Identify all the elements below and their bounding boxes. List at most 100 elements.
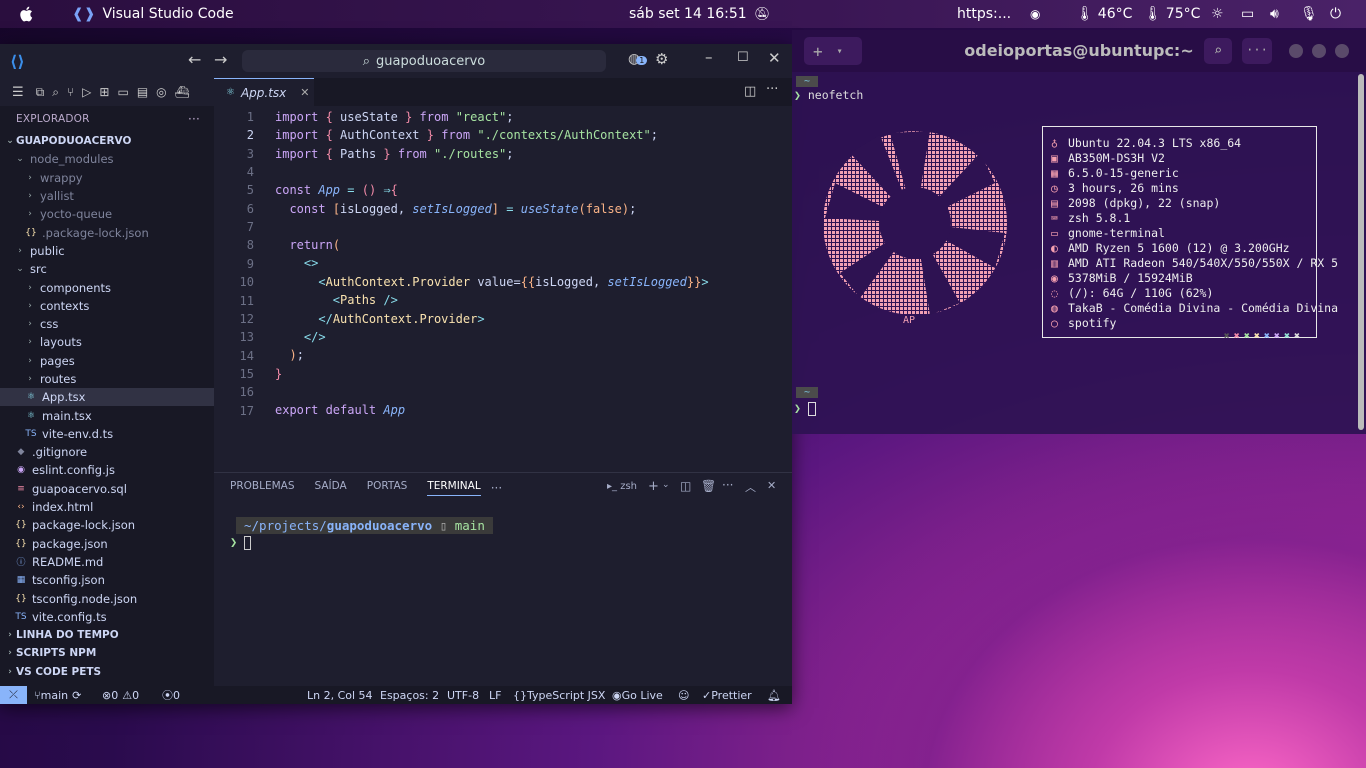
settings-gear-icon[interactable]: ⚙ (655, 50, 668, 68)
tree-item-src[interactable]: ⌄ src (0, 260, 214, 278)
tree-item-readme-md[interactable]: ⓘ README.md (0, 553, 214, 571)
brightness-icon[interactable]: ☼ (1211, 0, 1224, 28)
editor-more-icon[interactable]: ··· (766, 82, 778, 97)
encoding[interactable]: UTF-8 (447, 686, 479, 704)
section-scripts-npm[interactable]: › SCRIPTS NPM (0, 644, 214, 662)
terminal-maximize-button[interactable] (1312, 44, 1326, 58)
ports-status[interactable]: ⦿ 0 (162, 686, 180, 704)
tree-item-yallist[interactable]: › yallist (0, 187, 214, 205)
close-tab-icon[interactable]: ✕ (300, 86, 309, 99)
bell-icon[interactable]: 🔔︎ (767, 686, 781, 704)
search-view-icon[interactable]: ⌕ (52, 85, 59, 100)
browser-indicator[interactable]: https:... (957, 0, 1011, 28)
minimize-icon[interactable]: – (705, 48, 713, 66)
gpu-temperature[interactable]: 🌡︎ 75°C (1144, 0, 1200, 28)
more-actions-icon[interactable]: ··· (188, 112, 200, 126)
line-endings[interactable]: LF (489, 686, 501, 704)
git-branch-status[interactable]: ⑂ main ⟳ (34, 686, 81, 704)
tree-item-gitignore[interactable]: ◆ .gitignore (0, 443, 214, 461)
volume-icon[interactable]: 🔊︎ (1270, 0, 1279, 28)
split-editor-icon[interactable]: ◫ (744, 84, 756, 99)
maximize-panel-icon[interactable]: ︿ (745, 479, 756, 495)
panel-tab-terminal[interactable]: TERMINAL (427, 480, 481, 496)
tab-app-tsx[interactable]: ⚛ App.tsx ✕ (214, 78, 314, 106)
back-arrow-icon[interactable]: ← (188, 50, 201, 69)
terminal-scrollbar[interactable] (1358, 74, 1364, 430)
tree-item-pages[interactable]: › pages (0, 352, 214, 370)
command-center-search[interactable]: ⌕ guapoduoacervo (242, 50, 606, 72)
tree-item-guapoacervo-sql[interactable]: ≡ guapoacervo.sql (0, 480, 214, 498)
extensions-icon[interactable]: ⊞ (99, 85, 109, 99)
tree-item-index-html[interactable]: ‹› index.html (0, 498, 214, 516)
microphone-icon[interactable]: 🎙︎ (1300, 0, 1318, 28)
language-mode[interactable]: {} TypeScript JSX (513, 686, 605, 704)
go-live-button[interactable]: ◉ Go Live (612, 686, 663, 704)
cpu-temperature[interactable]: 🌡︎ 46°C (1076, 0, 1132, 28)
explorer-icon[interactable]: ⧉ (36, 85, 45, 100)
discord-icon[interactable]: ◉ (1030, 0, 1040, 28)
panel-tab-saída[interactable]: SAÍDA (315, 480, 347, 495)
prettier-status[interactable]: ✓ Prettier (702, 686, 752, 704)
terminal-caret[interactable]: ❯ (230, 535, 252, 550)
accounts-icon[interactable]: ◍1 (628, 51, 648, 67)
code-editor[interactable]: 1 2 3 4 5 6 7 8 9 10 11 12 13 14 15 16 17 import { useSt… (214, 106, 792, 472)
terminal-menu-icon[interactable]: ··· (1242, 38, 1272, 64)
close-icon[interactable]: ✕ (768, 49, 781, 67)
tree-item-components[interactable]: › components (0, 278, 214, 296)
tree-item-node-modules[interactable]: ⌄ node_modules (0, 150, 214, 168)
section-linha-do-tempo[interactable]: › LINHA DO TEMPO (0, 626, 214, 644)
terminal-search-icon[interactable]: ⌕ (1204, 38, 1232, 64)
panel-tab-portas[interactable]: PORTAS (367, 480, 408, 495)
tree-item-css[interactable]: › css (0, 315, 214, 333)
workspace-root[interactable]: ⌄ GUAPODUOACERVO (0, 132, 214, 150)
section-vs-code-pets[interactable]: › VS CODE PETS (0, 663, 214, 681)
menu-icon[interactable]: ☰ (12, 85, 24, 100)
close-panel-icon[interactable]: ✕ (767, 479, 776, 492)
power-icon[interactable]: ⏻ (1330, 0, 1341, 28)
terminal-minimize-button[interactable] (1289, 44, 1303, 58)
trash-icon[interactable]: 🗑︎ (701, 479, 716, 493)
tree-item-vite-config-ts[interactable]: TS vite.config.ts (0, 608, 214, 626)
panel-more-icon[interactable]: ··· (491, 481, 502, 495)
indentation[interactable]: Espaços: 2 (380, 686, 439, 704)
terminal-shell[interactable]: ▸_ zsh (607, 481, 637, 492)
tree-item-eslint-config-js[interactable]: ◉ eslint.config.js (0, 461, 214, 479)
new-terminal-icon[interactable]: + (648, 479, 659, 494)
panel-tab-problemas[interactable]: PROBLEMAS (230, 480, 295, 495)
tree-item-main-tsx[interactable]: ⚛ main.tsx (0, 406, 214, 424)
notifications-muted-icon[interactable]: 🔕︎ (754, 0, 771, 28)
maximize-icon[interactable]: ☐ (737, 50, 749, 65)
remote-explorer-icon[interactable]: ▭ (117, 85, 128, 99)
chevron-down-icon[interactable]: ⌄ (662, 480, 670, 490)
terminal-close-button[interactable] (1335, 44, 1349, 58)
tree-item-tsconfig-node-json[interactable]: {} tsconfig.node.json (0, 589, 214, 607)
tree-item-wrappy[interactable]: › wrappy (0, 169, 214, 187)
chat-icon[interactable]: ▭ (1241, 0, 1254, 28)
active-app-menu[interactable]: ❰❱ Visual Studio Code (72, 0, 234, 28)
clock[interactable]: sáb set 14 16:51 (629, 0, 747, 28)
split-terminal-icon[interactable]: ◫ (680, 479, 691, 493)
tree-item-layouts[interactable]: › layouts (0, 333, 214, 351)
terminal-view-icon[interactable]: ▤ (137, 85, 148, 99)
terminal-more-icon[interactable]: ··· (722, 478, 733, 492)
tree-item-contexts[interactable]: › contexts (0, 297, 214, 315)
problems-status[interactable]: ⊗ 0 ⚠ 0 (102, 686, 139, 704)
tree-item-package-json[interactable]: {} package.json (0, 535, 214, 553)
tree-item-vite-env-d-ts[interactable]: TS vite-env.d.ts (0, 425, 214, 443)
tree-item-public[interactable]: › public (0, 242, 214, 260)
tree-item-package-lock-json[interactable]: {} .package-lock.json (0, 223, 214, 241)
cursor-position[interactable]: Ln 2, Col 54 (307, 686, 373, 704)
tree-item-app-tsx[interactable]: ⚛ App.tsx (0, 388, 214, 407)
copilot-icon[interactable]: ☺ (678, 686, 689, 704)
github-icon[interactable]: ◎ (156, 85, 166, 99)
terminal-input-line[interactable]: ❯ (794, 401, 816, 416)
apple-logo-icon[interactable] (18, 0, 36, 28)
forward-arrow-icon[interactable]: → (214, 50, 227, 69)
tree-item-routes[interactable]: › routes (0, 370, 214, 388)
run-debug-icon[interactable]: ▷ (82, 85, 91, 99)
docker-icon[interactable]: ⛴ (175, 85, 190, 99)
remote-icon[interactable]: ⤫ (0, 686, 27, 704)
tree-item-package-lock-json[interactable]: {} package-lock.json (0, 516, 214, 534)
tree-item-tsconfig-json[interactable]: ▦ tsconfig.json (0, 571, 214, 589)
tree-item-yocto-queue[interactable]: › yocto-queue (0, 205, 214, 223)
